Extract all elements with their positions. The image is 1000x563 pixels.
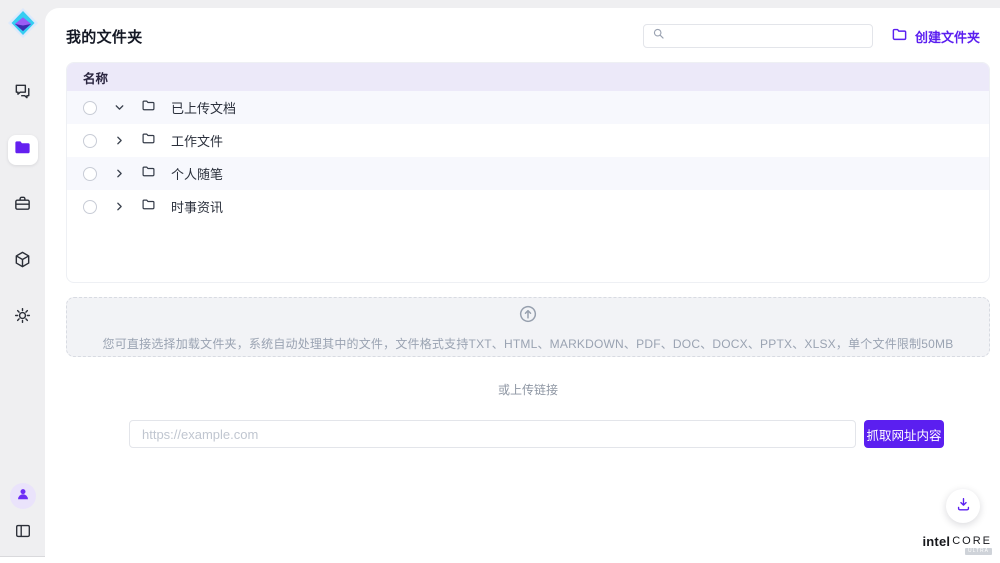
folder-name: 时事资讯 — [171, 197, 223, 216]
search-input[interactable] — [671, 29, 864, 43]
sidebar-bottom — [0, 483, 45, 545]
briefcase-icon — [13, 194, 32, 218]
sidebar-item-models[interactable] — [8, 247, 38, 277]
page-header: 我的文件夹 创建文件夹 — [66, 22, 990, 50]
chat-icon — [13, 82, 32, 106]
folder-icon — [141, 164, 156, 184]
user-avatar[interactable] — [10, 483, 36, 509]
sidebar-item-settings[interactable] — [8, 303, 38, 333]
create-folder-button[interactable]: 创建文件夹 — [891, 26, 980, 46]
table-row[interactable]: 已上传文档 — [67, 91, 989, 124]
row-checkbox[interactable] — [83, 101, 97, 115]
table-row[interactable]: 个人随笔 — [67, 157, 989, 190]
brand-primary: intel — [922, 534, 950, 549]
fetch-url-button[interactable]: 抓取网址内容 — [864, 420, 944, 448]
folder-icon — [13, 138, 32, 162]
url-input[interactable] — [129, 420, 856, 448]
search-icon — [652, 27, 665, 45]
collapse-sidebar-icon — [14, 522, 32, 545]
upload-dropzone[interactable]: 您可直接选择加载文件夹，系统自动处理其中的文件，文件格式支持TXT、HTML、M… — [66, 297, 990, 357]
sidebar-item-folders[interactable] — [8, 135, 38, 165]
intel-core-logo: intel core ULTRA — [922, 534, 992, 549]
folder-icon — [891, 26, 908, 46]
brand-secondary: core — [952, 535, 992, 547]
row-checkbox[interactable] — [83, 167, 97, 181]
folder-icon — [141, 98, 156, 118]
folder-name: 个人随笔 — [171, 164, 223, 183]
table-row[interactable]: 时事资讯 — [67, 190, 989, 223]
search-box[interactable] — [643, 24, 873, 48]
or-upload-link-label: 或上传链接 — [66, 381, 990, 398]
url-upload-row: 抓取网址内容 — [129, 420, 944, 448]
row-checkbox[interactable] — [83, 200, 97, 214]
chevron-icon[interactable] — [112, 134, 126, 148]
folder-icon — [141, 131, 156, 151]
folder-name: 已上传文档 — [171, 98, 236, 117]
app-window: 我的文件夹 创建文件夹 — [0, 0, 1000, 563]
folder-icon — [141, 197, 156, 217]
user-avatar-icon — [15, 486, 31, 507]
settings-icon — [13, 306, 32, 330]
upload-circle-icon — [517, 303, 539, 330]
main-panel: 我的文件夹 创建文件夹 — [45, 8, 1000, 557]
row-checkbox[interactable] — [83, 134, 97, 148]
folder-table: 名称 已上传文档 — [66, 62, 990, 283]
chevron-icon[interactable] — [112, 167, 126, 181]
create-folder-label: 创建文件夹 — [915, 27, 980, 46]
chevron-icon[interactable] — [112, 101, 126, 115]
download-fab-button[interactable] — [946, 489, 980, 523]
sidebar-item-chat[interactable] — [8, 79, 38, 109]
sidebar-nav — [8, 79, 38, 333]
sidebar-item-workspace[interactable] — [8, 191, 38, 221]
upload-hint: 您可直接选择加载文件夹，系统自动处理其中的文件，文件格式支持TXT、HTML、M… — [103, 335, 954, 352]
folder-name: 工作文件 — [171, 131, 223, 150]
sidebar — [0, 0, 45, 563]
table-row[interactable]: 工作文件 — [67, 124, 989, 157]
page-title: 我的文件夹 — [66, 26, 143, 47]
brand-badge: ULTRA — [965, 548, 992, 555]
app-logo-icon[interactable] — [7, 7, 39, 39]
chevron-icon[interactable] — [112, 200, 126, 214]
cube-icon — [13, 250, 32, 274]
table-header-name: 名称 — [67, 63, 989, 91]
collapse-sidebar-button[interactable] — [11, 521, 35, 545]
download-icon — [955, 496, 972, 516]
